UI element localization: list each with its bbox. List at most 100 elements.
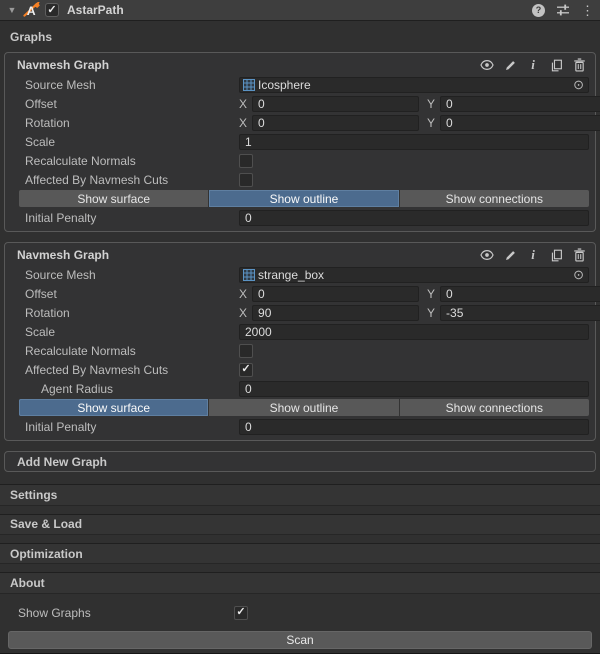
delete-trash-icon[interactable] (572, 58, 586, 72)
object-picker-icon[interactable]: ⊙ (572, 78, 585, 91)
rotation-label: Rotation (25, 116, 239, 130)
checkmark-icon: ✓ (47, 5, 56, 16)
axis-x-label: X (239, 97, 247, 111)
initial-penalty-label: Initial Penalty (25, 420, 239, 434)
foldout-arrow-icon[interactable]: ▼ (6, 5, 18, 15)
source-mesh-label: Source Mesh (25, 268, 239, 282)
offset-row: Offset X Y Z (5, 284, 595, 303)
component-enabled-checkbox[interactable]: ✓ (45, 3, 59, 17)
context-menu-icon[interactable]: ⋮ (581, 4, 594, 17)
graph-header[interactable]: Navmesh Graph i (5, 245, 595, 265)
visibility-eye-icon[interactable] (480, 58, 494, 72)
graph-actions: i (480, 248, 586, 262)
axis-y-label: Y (427, 116, 435, 130)
show-graphs-row: Show Graphs ✓ (0, 604, 600, 622)
section-header-optimization[interactable]: Optimization (0, 543, 600, 564)
source-mesh-label: Source Mesh (25, 78, 239, 92)
offset-row: Offset X Y Z (5, 94, 595, 113)
info-icon[interactable]: i (526, 58, 540, 72)
graph-header[interactable]: Navmesh Graph i (5, 55, 595, 75)
offset-vector3: X Y Z (239, 286, 600, 302)
source-mesh-row: Source Mesh strange_box ⊙ (5, 265, 595, 284)
help-icon[interactable]: ? (532, 4, 545, 17)
section-header-about[interactable]: About (0, 572, 600, 593)
initial-penalty-label: Initial Penalty (25, 211, 239, 225)
axis-y-label: Y (427, 97, 435, 111)
show-connections-button[interactable]: Show connections (400, 399, 589, 416)
source-mesh-value: strange_box (255, 268, 572, 282)
show-surface-button[interactable]: Show surface (19, 399, 209, 416)
rotation-y-input[interactable] (440, 305, 600, 321)
show-outline-button[interactable]: Show outline (209, 399, 399, 416)
initial-penalty-row: Initial Penalty (5, 417, 595, 436)
initial-penalty-input[interactable] (239, 210, 589, 226)
visibility-eye-icon[interactable] (480, 248, 494, 262)
graph-title: Navmesh Graph (17, 58, 109, 72)
recalculate-normals-checkbox[interactable] (239, 344, 253, 358)
rotation-vector3: X Y Z (239, 115, 600, 131)
mesh-icon (243, 269, 255, 281)
rotation-row: Rotation X Y Z (5, 113, 595, 132)
axis-y-label: Y (427, 306, 435, 320)
affected-by-navmesh-cuts-checkbox[interactable]: ✓ (239, 363, 253, 377)
affected-by-navmesh-cuts-label: Affected By Navmesh Cuts (25, 363, 239, 377)
rotation-x-input[interactable] (252, 115, 419, 131)
presets-icon[interactable] (556, 3, 570, 17)
affected-by-navmesh-cuts-row: Affected By Navmesh Cuts (5, 170, 595, 189)
source-mesh-value: Icosphere (255, 78, 572, 92)
checkmark-icon: ✓ (241, 364, 250, 375)
agent-radius-input[interactable] (239, 381, 589, 397)
rotation-y-input[interactable] (440, 115, 600, 131)
section-header-save-load[interactable]: Save & Load (0, 514, 600, 535)
rotation-x-input[interactable] (252, 305, 419, 321)
graphs-section-label: Graphs (0, 21, 600, 52)
show-surface-button[interactable]: Show surface (19, 190, 209, 207)
scale-row: Scale (5, 322, 595, 341)
show-connections-button[interactable]: Show connections (400, 190, 589, 207)
info-icon[interactable]: i (526, 248, 540, 262)
scale-label: Scale (25, 135, 239, 149)
mesh-icon (243, 79, 255, 91)
scale-label: Scale (25, 325, 239, 339)
rotation-vector3: X Y Z (239, 305, 600, 321)
rotation-row: Rotation X Y Z (5, 303, 595, 322)
offset-label: Offset (25, 97, 239, 111)
component-title: AstarPath (67, 3, 124, 17)
axis-y-label: Y (427, 287, 435, 301)
duplicate-icon[interactable] (549, 248, 563, 262)
edit-pencil-icon[interactable] (503, 248, 517, 262)
axis-x-label: X (239, 306, 247, 320)
show-outline-button[interactable]: Show outline (209, 190, 399, 207)
duplicate-icon[interactable] (549, 58, 563, 72)
offset-x-input[interactable] (252, 96, 419, 112)
initial-penalty-input[interactable] (239, 419, 589, 435)
show-graphs-checkbox[interactable]: ✓ (234, 606, 248, 620)
affected-by-navmesh-cuts-checkbox[interactable] (239, 173, 253, 187)
offset-y-input[interactable] (440, 96, 600, 112)
scale-row: Scale (5, 132, 595, 151)
agent-radius-row: Agent Radius (5, 379, 595, 398)
source-mesh-object-field[interactable]: strange_box ⊙ (239, 267, 589, 283)
debug-toggle-bar: Show surface Show outline Show connectio… (19, 190, 589, 207)
navmesh-graph-panel-1: Navmesh Graph i (4, 52, 596, 232)
edit-pencil-icon[interactable] (503, 58, 517, 72)
section-header-settings[interactable]: Settings (0, 484, 600, 505)
offset-x-input[interactable] (252, 286, 419, 302)
offset-y-input[interactable] (440, 286, 600, 302)
scan-button[interactable]: Scan (8, 631, 592, 649)
object-picker-icon[interactable]: ⊙ (572, 268, 585, 281)
source-mesh-object-field[interactable]: Icosphere ⊙ (239, 77, 589, 93)
navmesh-graph-panel-2: Navmesh Graph i (4, 242, 596, 441)
scale-input[interactable] (239, 324, 589, 340)
unity-inspector-panel: ▼ A ✓ AstarPath ? ⋮ Graphs Navme (0, 0, 600, 654)
component-header: ▼ A ✓ AstarPath ? ⋮ (0, 0, 600, 21)
add-new-graph-button[interactable]: Add New Graph (4, 451, 596, 472)
source-mesh-row: Source Mesh Icosphere ⊙ (5, 75, 595, 94)
recalculate-normals-label: Recalculate Normals (25, 344, 239, 358)
recalculate-normals-checkbox[interactable] (239, 154, 253, 168)
svg-text:A: A (27, 4, 36, 18)
recalculate-normals-row: Recalculate Normals (5, 151, 595, 170)
delete-trash-icon[interactable] (572, 248, 586, 262)
show-graphs-label: Show Graphs (18, 606, 234, 620)
scale-input[interactable] (239, 134, 589, 150)
